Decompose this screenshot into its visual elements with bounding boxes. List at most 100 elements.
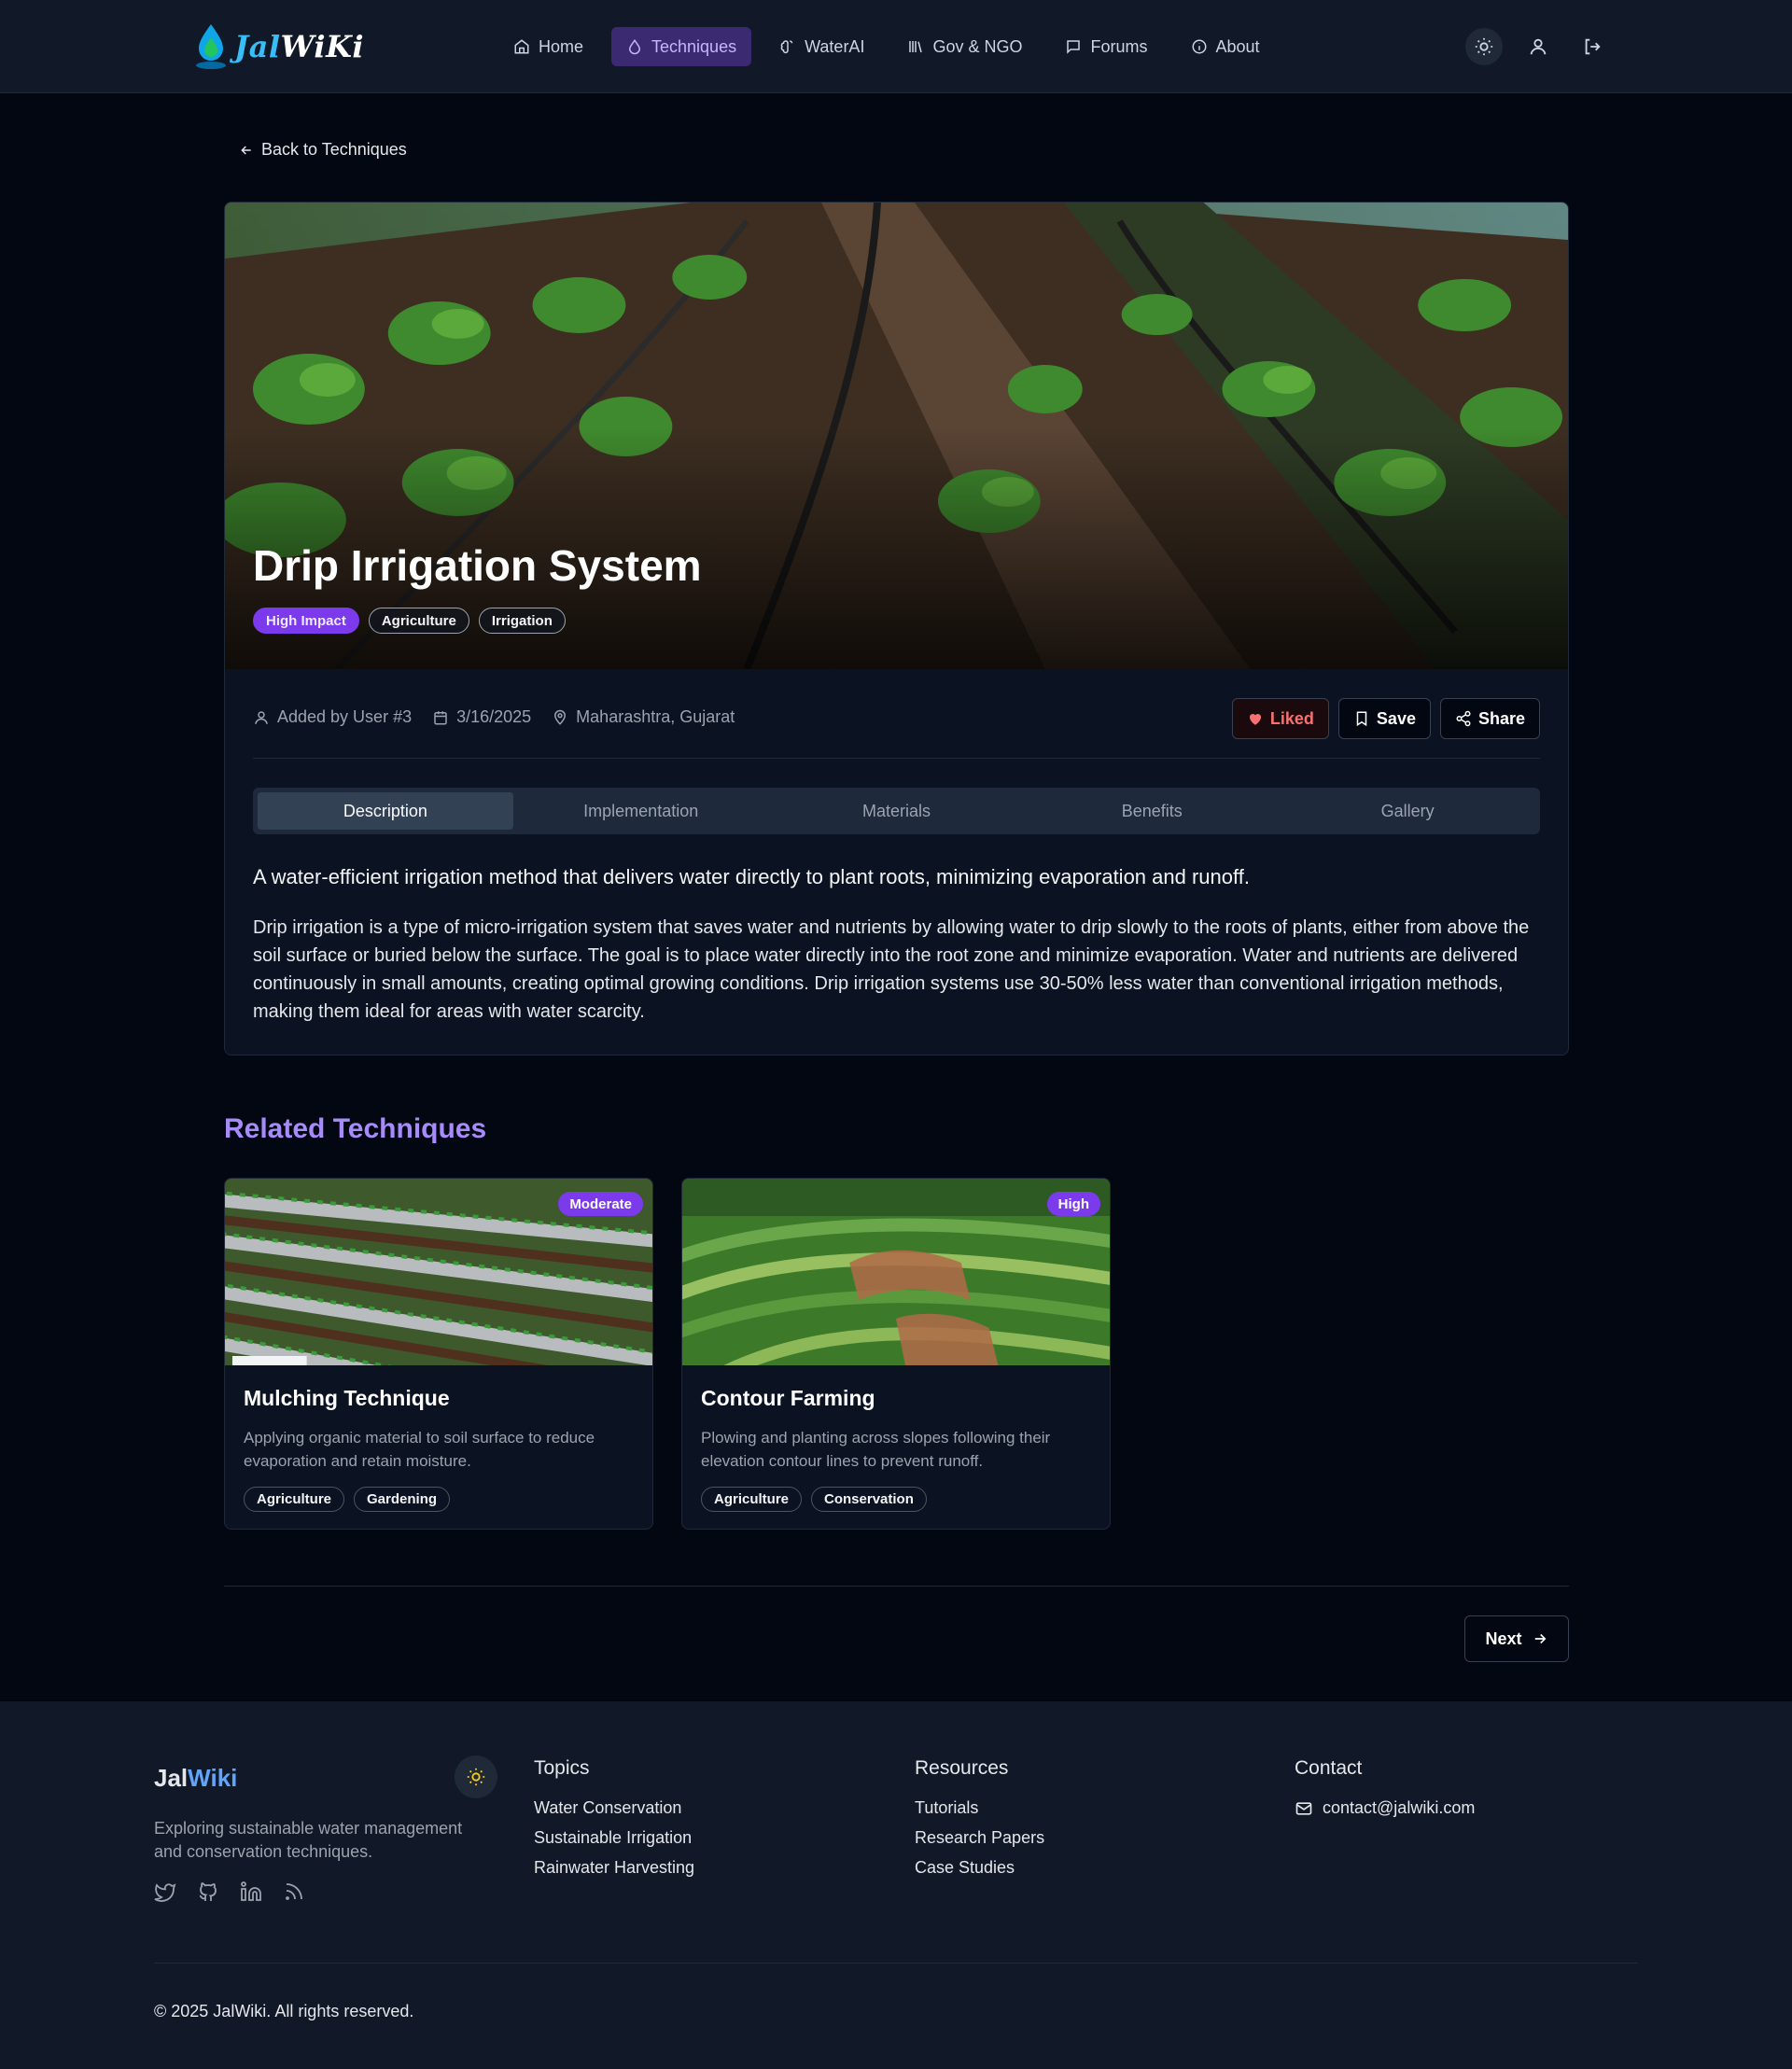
tab-materials[interactable]: Materials [769,792,1025,830]
tab-gallery[interactable]: Gallery [1280,792,1535,830]
linkedin-icon[interactable] [240,1880,262,1903]
related-card-title: Mulching Technique [244,1386,450,1410]
footer-link[interactable]: Tutorials [915,1798,1044,1818]
location-meta: Maharashtra, Gujarat [552,707,735,727]
footer-topics-title: Topics [534,1757,590,1779]
footer-link[interactable]: Case Studies [915,1858,1044,1878]
share-button[interactable]: Share [1439,698,1540,739]
footer-resources-title: Resources [915,1757,1009,1779]
impact-badge: Moderate [558,1192,643,1216]
logo-icon [196,24,226,69]
technique-title: Drip Irrigation System [253,541,702,590]
mail-icon [1295,1801,1312,1815]
arrow-right-icon [1534,1633,1546,1644]
map-pin-icon [554,709,567,725]
social-links [154,1880,305,1903]
related-card-tags: Agriculture Conservation [701,1487,927,1512]
footer-link[interactable]: Water Conservation [534,1798,694,1818]
contour-farming-photo [682,1179,1110,1365]
next-button[interactable]: Next [1464,1615,1569,1662]
technique-tags: High Impact Agriculture Irrigation [253,608,566,634]
back-label: Back to Techniques [261,140,407,159]
share-icon [1456,710,1471,727]
meta-divider [253,758,1540,759]
site-footer: JalWiki Exploring sustainable water mana… [0,1701,1792,2069]
footer-divider [154,1963,1638,1964]
like-button[interactable]: Liked [1231,698,1329,739]
related-card-image: Moderate [225,1179,652,1365]
nav-waterai[interactable]: WaterAI [764,27,879,66]
related-card-mulching[interactable]: Moderate Mulching Technique Applying org… [224,1178,653,1530]
footer-link[interactable]: Sustainable Irrigation [534,1828,694,1848]
impact-badge: High [1046,1192,1100,1216]
home-icon [514,39,529,54]
technique-actions: Liked Save Share [1231,698,1540,739]
droplet-icon [629,38,641,55]
next-label: Next [1485,1629,1522,1648]
nav-gov-ngo[interactable]: Gov & NGO [892,27,1037,66]
profile-button[interactable] [1519,28,1557,65]
sun-icon [1475,37,1493,56]
user-icon [255,710,268,724]
footer-tagline: Exploring sustainable water management a… [154,1819,463,1861]
tag-category: Agriculture [244,1487,345,1512]
contact-email-link[interactable]: contact@jalwiki.com [1295,1798,1475,1818]
nav-forums[interactable]: Forums [1050,27,1162,66]
library-icon [909,41,923,53]
nav-home[interactable]: Home [498,27,598,66]
related-techniques-heading: Related Techniques [224,1113,487,1144]
related-card-image: High [682,1179,1110,1365]
github-icon[interactable] [197,1880,219,1903]
nav-home-label: Home [539,36,584,56]
footer-link[interactable]: Rainwater Harvesting [534,1858,694,1878]
tab-implementation[interactable]: Implementation [513,792,769,830]
back-to-techniques-link[interactable]: Back to Techniques [239,140,407,160]
tag-category: Agriculture [368,608,469,634]
pagination-divider [224,1586,1569,1587]
author-meta: Added by User #3 [253,707,412,727]
tab-description[interactable]: Description [258,792,513,830]
footer-link[interactable]: Research Papers [915,1828,1044,1848]
calendar-icon [434,710,447,724]
logo-text: JalWiKi [234,29,365,64]
nav-about[interactable]: About [1176,27,1275,66]
author-text: Added by User #3 [277,707,413,726]
save-button[interactable]: Save [1337,698,1431,739]
share-label: Share [1477,708,1525,728]
theme-toggle-button[interactable] [1465,28,1503,65]
related-card-title: Contour Farming [701,1386,875,1410]
footer-theme-toggle[interactable] [455,1755,497,1798]
logout-button[interactable] [1574,28,1611,65]
footer-resources: Resources Tutorials Research Papers Case… [915,1757,1044,1888]
related-card-tags: Agriculture Gardening [244,1487,451,1512]
tag-impact: High Impact [253,608,359,634]
nav-techniques[interactable]: Techniques [611,27,752,66]
footer-logo[interactable]: JalWiki [154,1764,237,1793]
tag-category: Conservation [811,1487,927,1512]
copyright: © 2025 JalWiki. All rights reserved. [154,2002,414,2020]
brain-icon [780,40,793,54]
technique-meta: Added by User #3 3/16/2025 Maharashtra, … [253,707,735,727]
rss-icon[interactable] [283,1880,305,1903]
footer-contact: Contact contact@jalwiki.com [1295,1757,1475,1818]
user-icon [1530,38,1547,55]
related-card-description: Applying organic material to soil surfac… [244,1429,595,1470]
nav-gov-ngo-label: Gov & NGO [932,36,1023,56]
date-meta: 3/16/2025 [432,707,531,727]
heart-icon [1249,713,1261,725]
related-card-contour[interactable]: High Contour Farming Plowing and plantin… [681,1178,1111,1530]
twitter-icon[interactable] [154,1880,176,1903]
technique-tabs: Description Implementation Materials Ben… [253,788,1540,834]
info-icon [1192,39,1206,54]
site-logo[interactable]: JalWiKi [191,21,364,73]
nav-about-label: About [1215,36,1260,56]
bookmark-icon [1356,711,1367,727]
technique-hero-image: Drip Irrigation System High Impact Agric… [225,203,1568,669]
technique-summary: A water-efficient irrigation method that… [253,865,1250,888]
tab-benefits[interactable]: Benefits [1024,792,1280,830]
technique-card: Drip Irrigation System High Impact Agric… [224,202,1569,1055]
nav-techniques-label: Techniques [651,36,737,56]
like-label: Liked [1269,708,1314,728]
save-label: Save [1376,708,1416,728]
main-nav: Home Techniques WaterAI Gov & NGO Forums… [498,27,1275,66]
